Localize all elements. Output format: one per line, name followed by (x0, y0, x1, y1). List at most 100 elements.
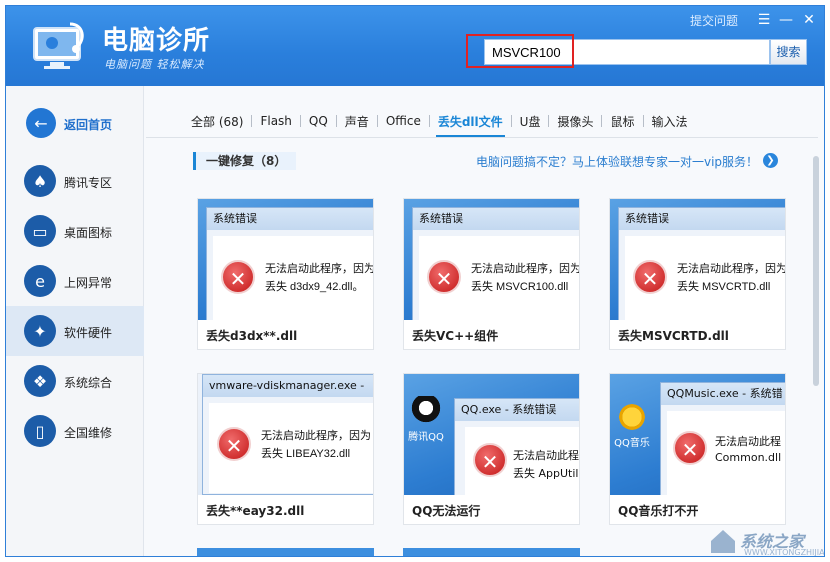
search-field[interactable] (484, 39, 770, 65)
fix-card[interactable]: 系统错误 ✕ 无法启动此程序，因为 丢失 MSVCR100.dll 丢失VC++… (403, 198, 580, 350)
tab-qq[interactable]: QQ (301, 114, 336, 128)
error-icon: ✕ (473, 443, 507, 477)
sidebar-item-home[interactable]: ← 返回首页 (6, 98, 144, 148)
menu-icon[interactable]: ☰ (756, 12, 772, 28)
fix-card[interactable]: vmware-vdiskmanager.exe - ✕ 无法启动此程序，因为 丢… (197, 373, 374, 525)
fix-card-partial[interactable] (197, 548, 374, 556)
dialog-body: ✕ 无法启动此程 Common.dll (667, 411, 785, 495)
dialog-title: QQMusic.exe - 系统错 (661, 383, 785, 405)
sidebar: ← 返回首页 ♠ 腾讯专区 ▭ 桌面图标 e 上网异常 ✦ 软件硬件 ❖ 系统综… (6, 86, 144, 556)
error-text: 丢失 MSVCR100.dll (471, 281, 569, 293)
error-dialog: QQ.exe - 系统错误 ✕ 无法启动此程序 丢失 AppUtil.dll (454, 398, 579, 495)
error-text: 丢失 MSVCRTD.dll (677, 281, 771, 293)
dialog-body: ✕ 无法启动此程序 丢失 AppUtil.dll (465, 427, 579, 495)
dialog-body: ✕ 无法启动此程序，因为 丢失 d3dx9_42.dll。 (213, 236, 373, 320)
error-text: 无法启动此程序，因为 (265, 262, 373, 275)
windows-icon: ❖ (24, 365, 56, 397)
card-screenshot: QQ音乐 QQMusic.exe - 系统错 ✕ 无法启动此程 Common.d… (610, 374, 785, 495)
fix-card[interactable]: 系统错误 ✕ 无法启动此程序，因为 丢失 MSVCRTD.dll 丢失MSVCR… (609, 198, 786, 350)
dialog-title: 系统错误 (413, 208, 579, 230)
tab-sound[interactable]: 声音 (337, 113, 377, 130)
error-dialog: 系统错误 ✕ 无法启动此程序，因为 丢失 MSVCRTD.dll (618, 207, 785, 320)
error-dialog: 系统错误 ✕ 无法启动此程序，因为 丢失 d3dx9_42.dll。 (206, 207, 373, 320)
card-screenshot: 系统错误 ✕ 无法启动此程序，因为 丢失 MSVCRTD.dll (610, 199, 785, 320)
card-screenshot: 系统错误 ✕ 无法启动此程序，因为 丢失 d3dx9_42.dll。 (198, 199, 373, 320)
phone-repair-icon: ▯ (24, 415, 56, 447)
scrollbar[interactable] (812, 146, 820, 396)
feedback-link[interactable]: 提交问题 (690, 12, 738, 29)
sidebar-item-system[interactable]: ❖ 系统综合 (6, 356, 144, 406)
desktop-shortcut: QQ音乐 (612, 402, 652, 449)
card-title: QQ音乐打不开 (618, 504, 699, 518)
error-text: 无法启动此程序 (513, 449, 579, 462)
fix-card-partial[interactable] (403, 548, 580, 556)
tab-mouse[interactable]: 鼠标 (602, 113, 642, 130)
sidebar-item-label: 腾讯专区 (64, 176, 113, 190)
ie-browser-icon: e (24, 265, 56, 297)
sidebar-item-repair[interactable]: ▯ 全国维修 (6, 406, 144, 456)
tab-all[interactable]: 全部 (68) (191, 113, 251, 130)
search-input[interactable] (485, 40, 769, 64)
error-text: 丢失 d3dx9_42.dll。 (265, 281, 364, 293)
desktop-shortcut: 腾讯QQ (406, 396, 446, 443)
error-text: 无法启动此程序，因为 (677, 262, 785, 275)
vip-promo-link[interactable]: 电脑问题搞不定？马上体验联想专家一对一vip服务！ (476, 153, 758, 170)
sidebar-item-label: 上网异常 (64, 276, 113, 290)
app-title: 电脑诊所 (102, 26, 211, 56)
card-title: QQ无法运行 (412, 504, 481, 518)
sidebar-item-tencent[interactable]: ♠ 腾讯专区 (6, 156, 144, 206)
tab-office[interactable]: Office (378, 114, 429, 128)
card-screenshot: vmware-vdiskmanager.exe - ✕ 无法启动此程序，因为 丢… (198, 374, 373, 495)
app-window: 电脑诊所 电脑问题 轻松解决 提交问题 ☰ — ✕ 搜索 ← 返回首页 ♠ 腾讯… (5, 5, 825, 557)
tab-input-method[interactable]: 输入法 (644, 113, 696, 130)
fix-card[interactable]: 系统错误 ✕ 无法启动此程序，因为 丢失 d3dx9_42.dll。 丢失d3d… (197, 198, 374, 350)
header-bar: 电脑诊所 电脑问题 轻松解决 提交问题 ☰ — ✕ 搜索 (6, 6, 824, 86)
card-title: 丢失VC++组件 (412, 329, 499, 343)
tab-usb[interactable]: U盘 (512, 113, 549, 130)
qq-music-icon (617, 402, 647, 432)
watermark-url: WWW.XITONGZHIJIA.NET (744, 548, 825, 557)
dialog-title: vmware-vdiskmanager.exe - (203, 375, 373, 397)
app-logo-icon (33, 22, 84, 69)
search-button[interactable]: 搜索 (770, 39, 807, 65)
section-title: 一键修复（8） (193, 152, 297, 170)
fix-card[interactable]: QQ音乐 QQMusic.exe - 系统错 ✕ 无法启动此程 Common.d… (609, 373, 786, 525)
card-title: 丢失**eay32.dll (206, 504, 305, 518)
sidebar-item-internet[interactable]: e 上网异常 (6, 256, 144, 306)
error-text: 无法启动此程 (715, 435, 781, 448)
qq-penguin-icon (411, 396, 441, 426)
tab-camera[interactable]: 摄像头 (549, 113, 601, 130)
error-icon: ✕ (673, 431, 707, 465)
tab-missing-dll[interactable]: 丢失dll文件 (430, 113, 511, 137)
error-text: Common.dll (715, 451, 782, 464)
back-arrow-icon: ← (26, 108, 56, 138)
dialog-body: ✕ 无法启动此程序，因为 丢失 MSVCR100.dll (419, 236, 579, 320)
fix-card[interactable]: 腾讯QQ QQ.exe - 系统错误 ✕ 无法启动此程序 丢失 AppUtil.… (403, 373, 580, 525)
error-dialog: 系统错误 ✕ 无法启动此程序，因为 丢失 MSVCR100.dll (412, 207, 579, 320)
tab-divider-line (146, 137, 818, 138)
minimize-icon[interactable]: — (778, 12, 794, 28)
card-title: 丢失d3dx**.dll (206, 329, 298, 343)
sidebar-item-label: 全国维修 (64, 426, 113, 440)
chevron-right-icon[interactable]: ❯ (763, 153, 778, 168)
error-text: 丢失 LIBEAY32.dll (261, 448, 351, 460)
card-screenshot: 腾讯QQ QQ.exe - 系统错误 ✕ 无法启动此程序 丢失 AppUtil.… (404, 374, 579, 495)
desktop-icon-label: 腾讯QQ (408, 432, 444, 443)
dialog-body: ✕ 无法启动此程序，因为 丢失 LIBEAY32.dll (209, 403, 373, 493)
tab-flash[interactable]: Flash (252, 114, 299, 128)
close-icon[interactable]: ✕ (801, 12, 817, 28)
error-icon: ✕ (217, 427, 251, 461)
scrollbar-thumb[interactable] (813, 156, 819, 386)
desktop-icon-label: QQ音乐 (614, 438, 650, 449)
dialog-title: 系统错误 (207, 208, 373, 230)
sidebar-item-software-hardware[interactable]: ✦ 软件硬件 (6, 306, 144, 356)
app-slogan: 电脑问题 轻松解决 (104, 58, 205, 71)
sidebar-item-desktop-icons[interactable]: ▭ 桌面图标 (6, 206, 144, 256)
qq-icon: ♠ (24, 165, 56, 197)
error-text: 丢失 AppUtil.dll (513, 467, 579, 480)
error-text: 无法启动此程序，因为 (261, 429, 371, 442)
hardware-icon: ✦ (24, 315, 56, 347)
card-title: 丢失MSVCRTD.dll (618, 329, 729, 343)
sidebar-item-label: 系统综合 (64, 376, 113, 390)
error-dialog: QQMusic.exe - 系统错 ✕ 无法启动此程 Common.dll (660, 382, 785, 495)
